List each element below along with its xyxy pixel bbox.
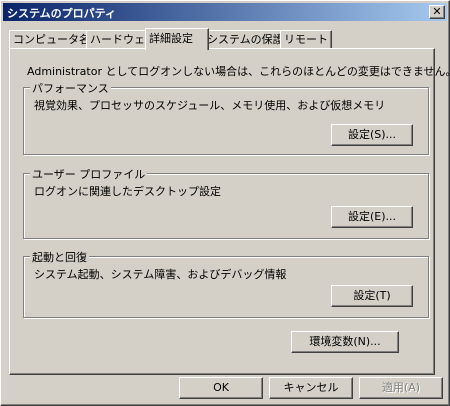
- startup-recovery-title: 起動と回復: [30, 249, 89, 265]
- user-profile-settings-button[interactable]: 設定(E)...: [331, 206, 413, 228]
- performance-settings-button[interactable]: 設定(S)...: [331, 124, 413, 146]
- tab-advanced[interactable]: 詳細設定: [145, 28, 209, 50]
- user-profile-group: ユーザー プロファイル ログオンに関連したデスクトップ設定 設定(E)...: [23, 166, 429, 239]
- close-button[interactable]: ✕: [429, 5, 445, 19]
- user-profile-text: ログオンに関連したデスクトップ設定: [34, 185, 221, 198]
- environment-variables-button[interactable]: 環境変数(N)...: [291, 331, 399, 353]
- tab-computer-name[interactable]: コンピュータ名: [9, 30, 93, 48]
- cancel-button[interactable]: キャンセル: [269, 377, 353, 399]
- performance-title: パフォーマンス: [30, 80, 111, 96]
- tab-remote[interactable]: リモート: [280, 30, 332, 48]
- tab-system-protection[interactable]: システムの保護: [203, 30, 287, 48]
- window-title: システムのプロパティ: [7, 7, 117, 20]
- startup-recovery-text: システム起動、システム障害、およびデバッグ情報: [34, 268, 287, 281]
- user-profile-title: ユーザー プロファイル: [30, 166, 148, 182]
- performance-group: パフォーマンス 視覚効果、プロセッサのスケジュール、メモリ使用、および仮想メモリ…: [23, 80, 429, 155]
- performance-text: 視覚効果、プロセッサのスケジュール、メモリ使用、および仮想メモリ: [34, 99, 386, 112]
- startup-recovery-settings-button[interactable]: 設定(T): [331, 285, 413, 307]
- title-bar[interactable]: システムのプロパティ ✕: [3, 3, 447, 21]
- admin-notice: Administrator としてログオンしない場合は、これらのほとんどの変更は…: [27, 65, 450, 78]
- ok-button[interactable]: OK: [179, 377, 263, 399]
- startup-recovery-group: 起動と回復 システム起動、システム障害、およびデバッグ情報 設定(T): [23, 249, 429, 318]
- system-properties-window: システムのプロパティ ✕ コンピュータ名 ハードウェア 詳細設定 システムの保護…: [0, 0, 450, 406]
- apply-button[interactable]: 適用(A): [359, 377, 443, 399]
- close-icon: ✕: [432, 5, 442, 18]
